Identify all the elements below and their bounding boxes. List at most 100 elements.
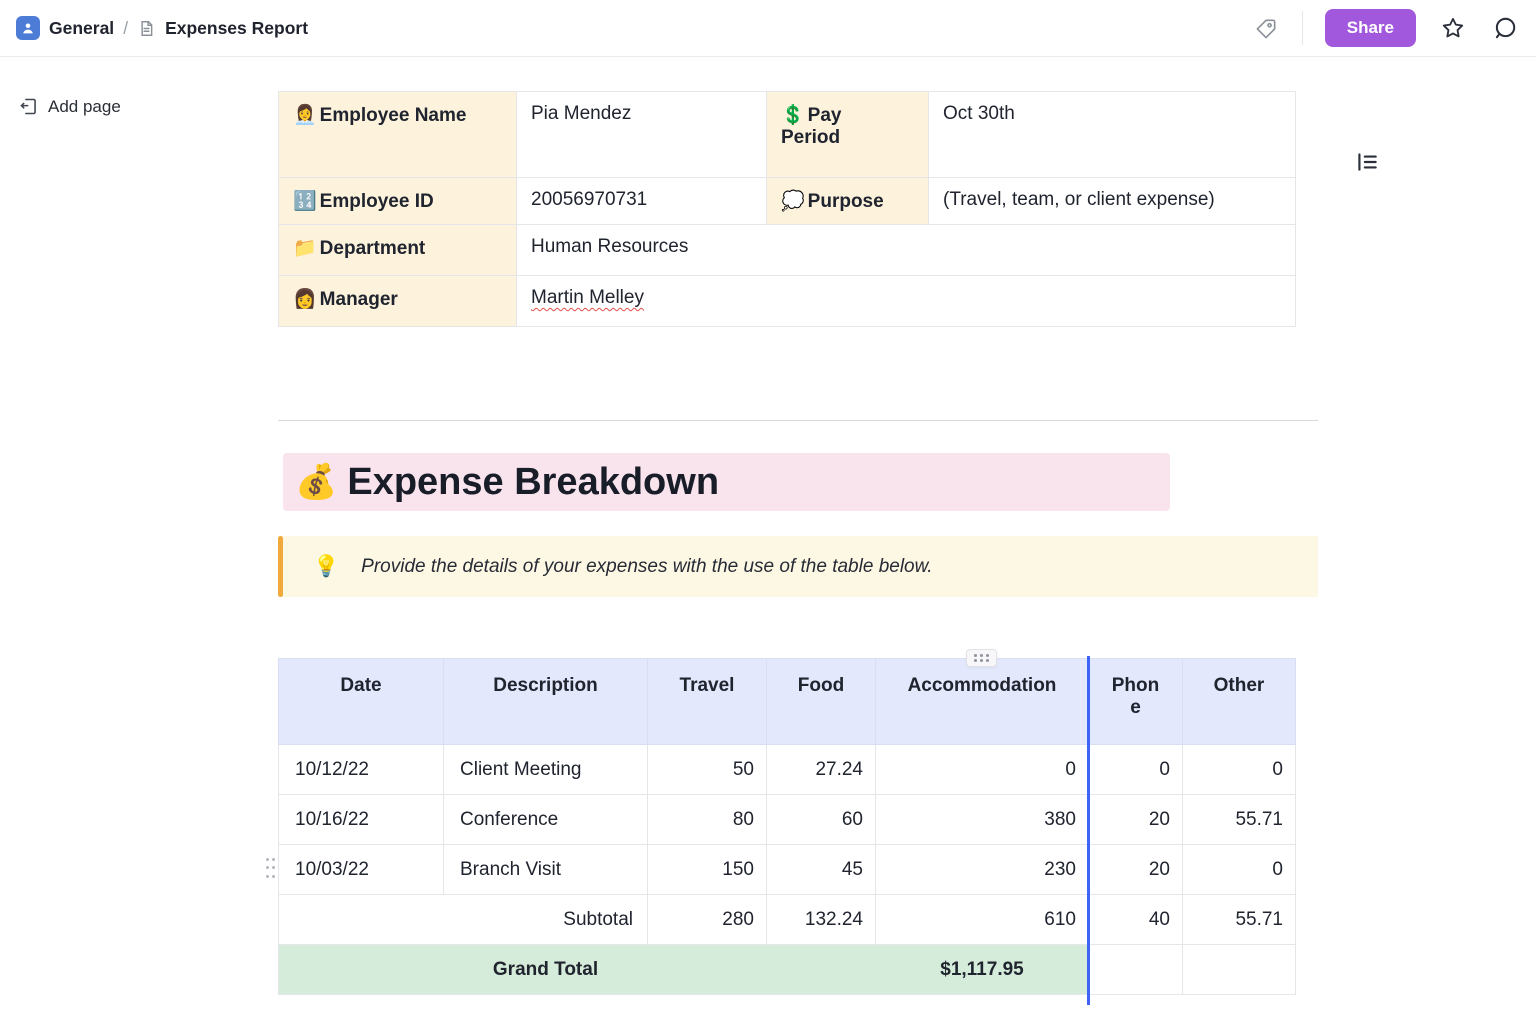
column-drag-handle[interactable] — [966, 649, 997, 667]
table-row: 🔢Employee ID 20056970731 💭Purpose (Trave… — [279, 178, 1296, 225]
employee-id-label: Employee ID — [320, 191, 434, 212]
pay-period-label-cell[interactable]: 💲Pay Period — [767, 92, 929, 178]
money-bag-icon: 💰 — [295, 462, 337, 502]
department-label-cell[interactable]: 📁Department — [279, 225, 517, 276]
cell-description[interactable]: Conference — [444, 795, 648, 845]
table-row: 10/16/22 Conference 80 60 380 20 55.71 — [279, 795, 1296, 845]
column-header-other[interactable]: Other — [1183, 659, 1296, 745]
column-header-phone[interactable]: Phone — [1089, 659, 1183, 745]
grand-total-row: Grand Total $1,117.95 — [279, 945, 1296, 995]
workspace-avatar-icon[interactable] — [16, 16, 40, 40]
cell-date[interactable]: 10/16/22 — [279, 795, 444, 845]
cell-other[interactable]: 0 — [1183, 745, 1296, 795]
cell-phone[interactable]: 0 — [1089, 745, 1183, 795]
employee-name-icon: 👩‍💼 — [293, 105, 317, 126]
expense-table: Date Description Travel Food Accommodati… — [278, 658, 1296, 995]
subtotal-other[interactable]: 55.71 — [1183, 895, 1296, 945]
callout-accent-bar — [278, 536, 283, 597]
breadcrumb-separator: / — [123, 18, 128, 39]
cell-travel[interactable]: 50 — [648, 745, 767, 795]
pay-period-value[interactable]: Oct 30th — [929, 92, 1296, 178]
column-header-date[interactable]: Date — [279, 659, 444, 745]
tag-icon[interactable] — [1253, 15, 1280, 42]
table-row: 📁Department Human Resources — [279, 225, 1296, 276]
subtotal-food[interactable]: 132.24 — [767, 895, 876, 945]
column-header-food[interactable]: Food — [767, 659, 876, 745]
cell-accommodation[interactable]: 0 — [876, 745, 1089, 795]
employee-name-value[interactable]: Pia Mendez — [517, 92, 767, 178]
document-icon — [137, 19, 156, 38]
grand-total-value[interactable]: $1,117.95 — [876, 945, 1089, 995]
subtotal-phone[interactable]: 40 — [1089, 895, 1183, 945]
cell-travel[interactable]: 80 — [648, 795, 767, 845]
column-resize-line[interactable] — [1087, 656, 1090, 1005]
purpose-label-cell[interactable]: 💭Purpose — [767, 178, 929, 225]
callout-block[interactable]: 💡 Provide the details of your expenses w… — [278, 536, 1318, 597]
cell-other[interactable]: 0 — [1183, 845, 1296, 895]
employee-name-label-cell[interactable]: 👩‍💼Employee Name — [279, 92, 517, 178]
department-icon: 📁 — [293, 238, 317, 259]
section-title: Expense Breakdown — [347, 461, 719, 504]
breadcrumb-workspace[interactable]: General — [49, 18, 114, 39]
grand-total-empty-other[interactable] — [1183, 945, 1296, 995]
manager-label: Manager — [320, 289, 398, 310]
cell-accommodation[interactable]: 230 — [876, 845, 1089, 895]
cell-accommodation[interactable]: 380 — [876, 795, 1089, 845]
breadcrumb-page-title[interactable]: Expenses Report — [165, 18, 308, 39]
department-value[interactable]: Human Resources — [517, 225, 1296, 276]
subtotal-label[interactable]: Subtotal — [279, 895, 648, 945]
purpose-label: Purpose — [808, 191, 884, 212]
subtotal-row: Subtotal 280 132.24 610 40 55.71 — [279, 895, 1296, 945]
cell-description[interactable]: Branch Visit — [444, 845, 648, 895]
callout-text: Provide the details of your expenses wit… — [361, 556, 932, 578]
purpose-icon: 💭 — [781, 191, 805, 212]
manager-label-cell[interactable]: 👩Manager — [279, 276, 517, 327]
cell-food[interactable]: 60 — [767, 795, 876, 845]
favorite-star-icon[interactable] — [1438, 13, 1468, 43]
employee-id-label-cell[interactable]: 🔢Employee ID — [279, 178, 517, 225]
comment-icon[interactable] — [1490, 13, 1520, 43]
subtotal-accommodation[interactable]: 610 — [876, 895, 1089, 945]
add-page-label: Add page — [48, 97, 121, 117]
grand-total-spacer — [648, 945, 767, 995]
employee-id-value[interactable]: 20056970731 — [517, 178, 767, 225]
grand-total-spacer — [279, 945, 444, 995]
cell-date[interactable]: 10/03/22 — [279, 845, 444, 895]
grand-total-spacer — [767, 945, 876, 995]
employee-id-icon: 🔢 — [293, 191, 317, 212]
cell-description[interactable]: Client Meeting — [444, 745, 648, 795]
cell-date[interactable]: 10/12/22 — [279, 745, 444, 795]
add-page-icon — [18, 96, 39, 117]
section-heading[interactable]: 💰 Expense Breakdown — [283, 453, 1170, 511]
table-row: 10/03/22 Branch Visit 150 45 230 20 0 — [279, 845, 1296, 895]
cell-other[interactable]: 55.71 — [1183, 795, 1296, 845]
cell-phone[interactable]: 20 — [1089, 795, 1183, 845]
grand-total-label[interactable]: Grand Total — [444, 945, 648, 995]
topbar-divider — [1302, 11, 1303, 45]
manager-value[interactable]: Martin Melley — [517, 276, 1296, 327]
row-drag-handle[interactable] — [264, 855, 276, 881]
cell-food[interactable]: 45 — [767, 845, 876, 895]
column-header-travel[interactable]: Travel — [648, 659, 767, 745]
table-of-contents-icon[interactable] — [1354, 149, 1380, 178]
breadcrumb: General / Expenses Report — [16, 16, 308, 40]
cell-travel[interactable]: 150 — [648, 845, 767, 895]
topbar-actions: Share — [1253, 9, 1520, 47]
add-page-button[interactable]: Add page — [18, 96, 121, 117]
topbar: General / Expenses Report Share — [0, 0, 1536, 57]
doc-page: General / Expenses Report Share Add page — [0, 0, 1536, 1012]
manager-value-text: Martin Melley — [531, 287, 644, 308]
column-header-description[interactable]: Description — [444, 659, 648, 745]
pay-period-icon: 💲 — [781, 105, 805, 126]
purpose-value[interactable]: (Travel, team, or client expense) — [929, 178, 1296, 225]
manager-icon: 👩 — [293, 289, 317, 310]
cell-phone[interactable]: 20 — [1089, 845, 1183, 895]
grand-total-empty-phone[interactable] — [1089, 945, 1183, 995]
subtotal-travel[interactable]: 280 — [648, 895, 767, 945]
share-button[interactable]: Share — [1325, 9, 1416, 47]
expense-table-wrap: Date Description Travel Food Accommodati… — [278, 658, 1295, 995]
section-divider — [278, 420, 1318, 421]
column-header-accommodation[interactable]: Accommodation — [876, 659, 1089, 745]
table-row: 👩Manager Martin Melley — [279, 276, 1296, 327]
cell-food[interactable]: 27.24 — [767, 745, 876, 795]
